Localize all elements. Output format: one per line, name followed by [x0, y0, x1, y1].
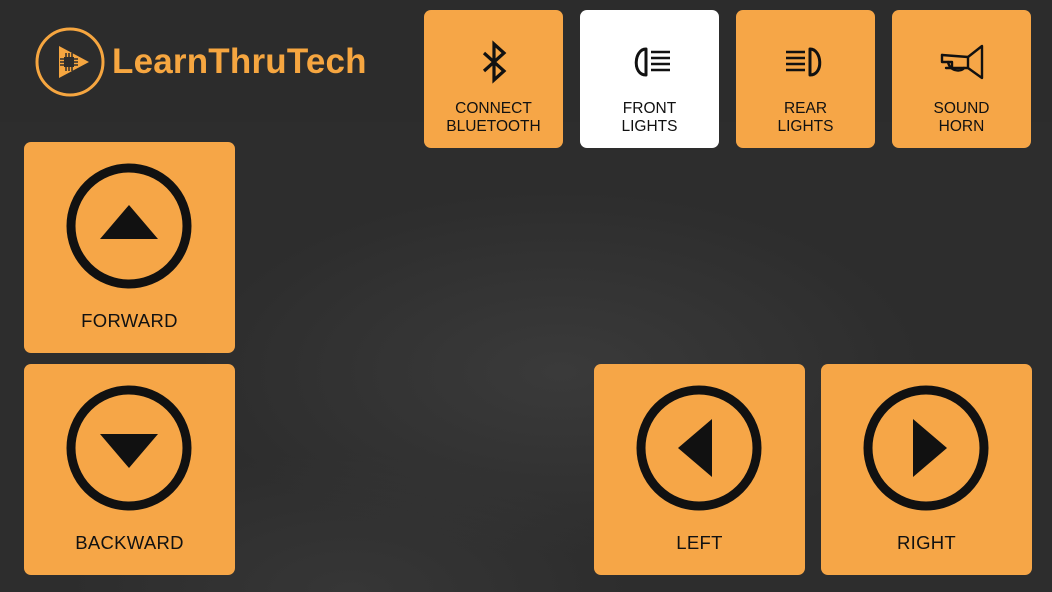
arrow-down-circle-icon	[66, 385, 192, 511]
rear-lights-label: REAR LIGHTS	[777, 100, 834, 135]
backward-label: BACKWARD	[75, 532, 184, 553]
forward-label: FORWARD	[81, 310, 178, 331]
sound-horn-button[interactable]: SOUND HORN	[892, 10, 1031, 148]
backward-button[interactable]: BACKWARD	[24, 364, 235, 575]
rear-lights-button[interactable]: REAR LIGHTS	[736, 10, 875, 148]
connect-bluetooth-label: CONNECT BLUETOOTH	[446, 100, 541, 135]
play-chip-logo-icon	[35, 27, 105, 97]
bluetooth-icon	[482, 40, 506, 84]
horn-icon	[940, 44, 983, 80]
left-button[interactable]: LEFT	[594, 364, 805, 575]
sound-horn-label: SOUND HORN	[933, 100, 990, 135]
arrow-up-circle-icon	[66, 163, 192, 289]
connect-bluetooth-button[interactable]: CONNECT BLUETOOTH	[424, 10, 563, 148]
headlight-front-icon	[634, 47, 670, 77]
right-label: RIGHT	[896, 532, 957, 553]
headlight-rear-icon	[785, 47, 821, 77]
brand-name: LearnThruTech	[112, 42, 367, 81]
forward-button[interactable]: FORWARD	[24, 142, 235, 353]
arrow-left-circle-icon	[636, 385, 762, 511]
front-lights-button[interactable]: FRONT LIGHTS	[580, 10, 719, 148]
front-lights-label: FRONT LIGHTS	[621, 100, 678, 135]
left-label: LEFT	[676, 532, 723, 553]
brand-logo: LearnThruTech	[34, 25, 367, 99]
arrow-right-circle-icon	[863, 385, 989, 511]
right-button[interactable]: RIGHT	[821, 364, 1032, 575]
